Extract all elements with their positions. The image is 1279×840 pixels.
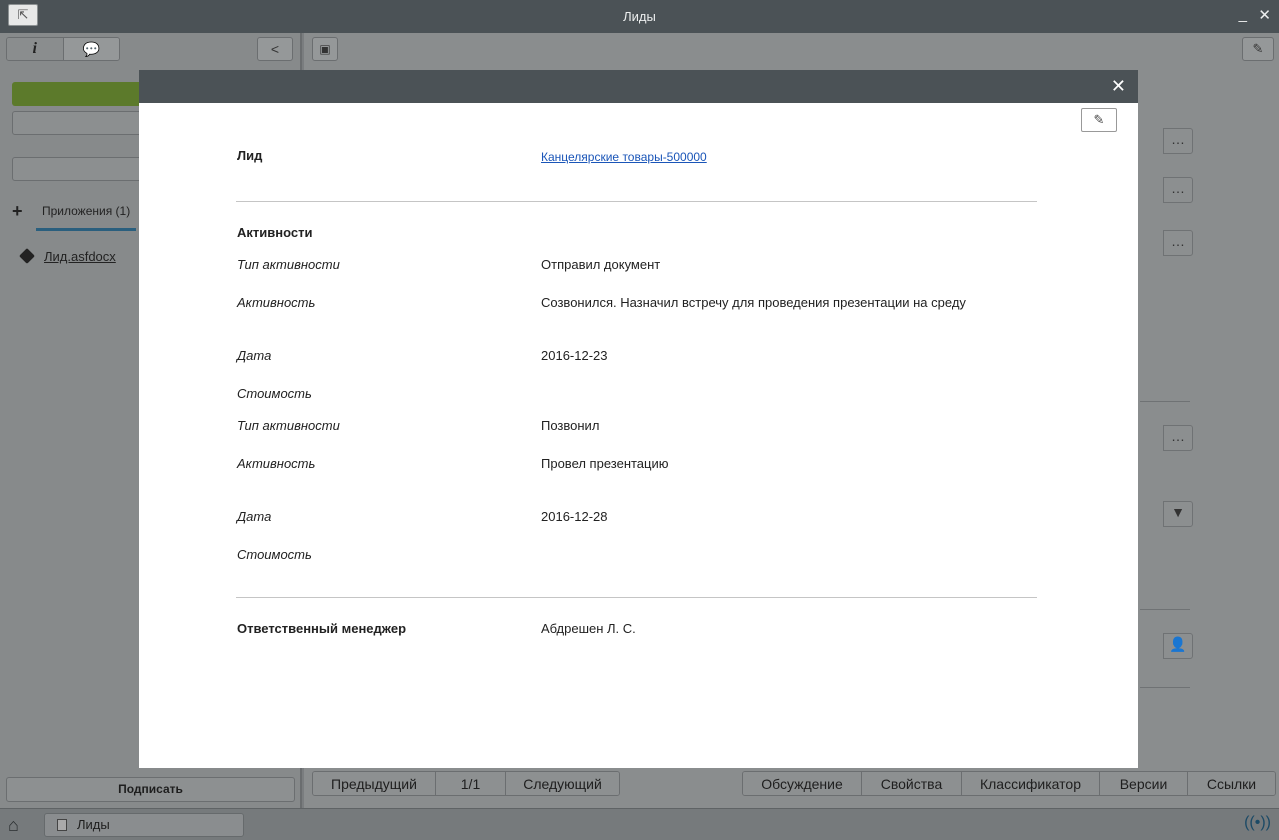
date-label: Дата	[237, 509, 272, 524]
date-label: Дата	[237, 348, 272, 363]
activity-value: Провел презентацию	[541, 456, 669, 471]
field-more-button[interactable]: …	[1163, 177, 1193, 203]
save-icon[interactable]: ▣	[312, 37, 338, 61]
prev-page-button[interactable]: Предыдущий	[313, 772, 435, 795]
window-title: Лиды	[623, 9, 656, 24]
home-icon[interactable]: ⌂	[8, 815, 30, 835]
activity-type-label: Тип активности	[237, 418, 340, 433]
activity-type-value: Отправил документ	[541, 257, 661, 272]
page-navigation: Предыдущий 1/1 Следующий	[312, 771, 620, 796]
taskbar: ⌂ Лиды ((•))	[0, 808, 1279, 840]
divider	[236, 201, 1037, 202]
tab-links[interactable]: Ссылки	[1187, 772, 1275, 795]
divider	[1140, 401, 1190, 402]
edit-icon[interactable]: ✎	[1081, 108, 1117, 132]
field-more-button[interactable]: …	[1163, 425, 1193, 451]
lead-details-modal: ✎ Лид Канцелярские товары-500000 Активно…	[139, 103, 1138, 768]
attachment-file-name[interactable]: Лид.asfdocx	[44, 249, 116, 264]
manager-value: Абдрешен Л. С.	[541, 621, 636, 636]
lead-label: Лид	[237, 148, 263, 163]
activity-value: Созвонился. Назначил встречу для проведе…	[541, 295, 966, 310]
activity-label: Активность	[237, 295, 316, 310]
manager-label: Ответственный менеджер	[237, 621, 407, 636]
taskbar-item[interactable]: Лиды	[44, 813, 244, 837]
taskbar-item-label: Лиды	[77, 817, 110, 832]
window-close-icon[interactable]: ✕	[1258, 6, 1271, 24]
minimize-icon[interactable]: _	[1239, 6, 1247, 23]
tab-classifier[interactable]: Классификатор	[961, 772, 1099, 795]
divider	[236, 597, 1037, 598]
activity-type-label: Тип активности	[237, 257, 340, 272]
activity-type-value: Позвонил	[541, 418, 600, 433]
modal-header: ✕	[139, 70, 1138, 103]
left-panel-tabs: i 💬	[6, 37, 120, 61]
wifi-icon: ((•))	[1244, 814, 1271, 831]
divider	[1140, 609, 1190, 610]
field-more-button[interactable]: …	[1163, 230, 1193, 256]
attachments-tab-indicator	[36, 228, 136, 231]
divider	[1140, 687, 1190, 688]
chat-tab-icon[interactable]: 💬	[62, 38, 119, 60]
close-icon[interactable]: ✕	[1111, 76, 1126, 96]
collapse-panel-icon[interactable]: <	[257, 37, 293, 61]
page-indicator: 1/1	[435, 772, 505, 795]
tab-versions[interactable]: Версии	[1099, 772, 1187, 795]
user-picker-icon[interactable]: 👤	[1163, 633, 1193, 659]
edit-document-icon[interactable]: ✎	[1242, 37, 1274, 61]
document-icon	[19, 248, 35, 264]
activity-label: Активность	[237, 456, 316, 471]
attachments-label[interactable]: Приложения (1)	[42, 204, 130, 218]
next-page-button[interactable]: Следующий	[505, 772, 619, 795]
add-attachment-icon[interactable]: +	[12, 201, 23, 222]
attachment-item[interactable]: Лид.asfdocx	[19, 248, 116, 264]
document-tabs: Обсуждение Свойства Классификатор Версии…	[742, 771, 1276, 796]
activities-title: Активности	[237, 225, 313, 240]
cost-label: Стоимость	[237, 547, 312, 562]
info-tab-icon[interactable]: i	[7, 38, 63, 60]
date-value: 2016-12-28	[541, 509, 608, 524]
lead-link[interactable]: Канцелярские товары-500000	[541, 150, 707, 164]
sign-button[interactable]: Подписать	[6, 777, 295, 802]
document-icon	[57, 819, 67, 831]
date-value: 2016-12-23	[541, 348, 608, 363]
dropdown-chevron-icon[interactable]: ▼	[1163, 501, 1193, 527]
window-titlebar: ⇱ Лиды _ ✕	[0, 0, 1279, 33]
cost-label: Стоимость	[237, 386, 312, 401]
tab-properties[interactable]: Свойства	[861, 772, 961, 795]
field-more-button[interactable]: …	[1163, 128, 1193, 154]
tab-discussion[interactable]: Обсуждение	[743, 772, 861, 795]
